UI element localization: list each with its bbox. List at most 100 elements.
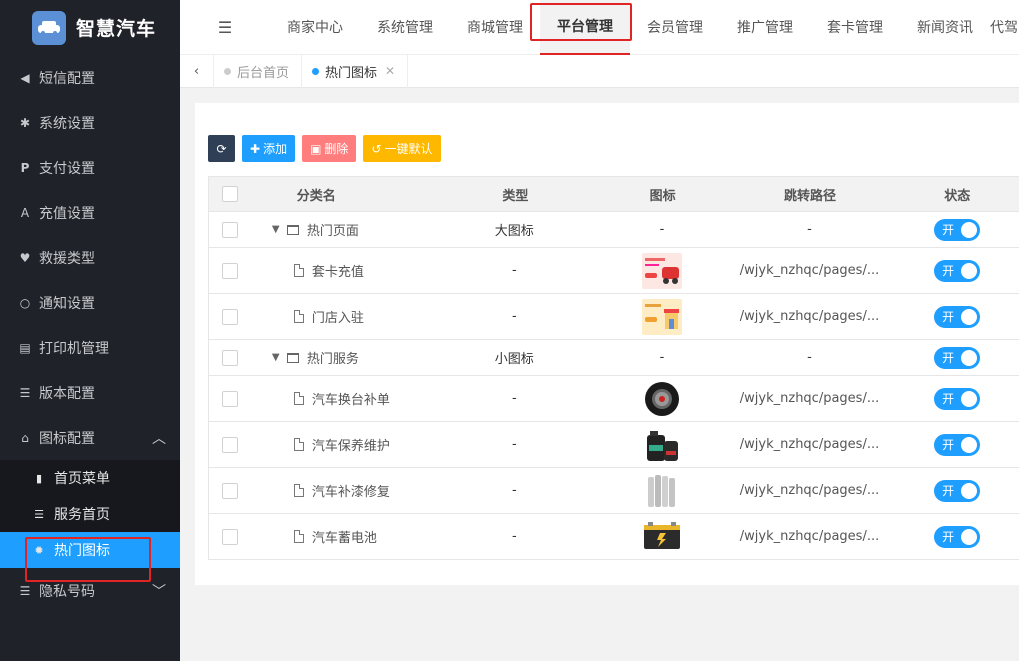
row-type: - [511,529,517,544]
nav-promotion[interactable]: 推广管理 [720,0,810,55]
table-row[interactable]: 汽车蓄电池 - /wjyk_nzhqc/pages/... 开 [209,514,1019,560]
nav-platform[interactable]: 平台管理 [540,0,630,55]
add-button[interactable]: ✚ 添加 [242,135,296,162]
table-row[interactable]: 套卡充值 - /wjyk_nzhqc/pages/... 开 [209,248,1019,294]
sidebar-item-label: 支付设置 [39,160,95,177]
submenu-item-label: 热门图标 [54,543,110,559]
row-name: 热门服务 [306,352,359,367]
nav-driving[interactable]: 代驾 [990,0,1019,55]
megaphone-icon: ◀ [20,70,30,85]
logo[interactable]: 智慧汽车 [0,0,180,55]
status-switch[interactable]: 开 [934,387,981,410]
file-icon [293,484,304,497]
sidebar-item-icon-config[interactable]: ⌂ 图标配置 ︿ [0,415,180,460]
switch-label: 开 [942,484,955,498]
status-switch[interactable]: 开 [934,259,981,282]
file-icon [293,392,304,405]
row-type: - [511,391,517,406]
sidebar-item-recharge[interactable]: A 充值设置 [0,190,180,235]
header-type: 类型 [502,188,529,204]
row-checkbox[interactable] [222,349,239,366]
nav-merchant[interactable]: 商家中心 [270,0,360,55]
sun-icon: ✹ [34,543,44,557]
tab-dot [312,67,320,75]
caret-down-icon[interactable]: ▼ [272,352,284,363]
submenu-item-hot-icons[interactable]: ✹ 热门图标 [0,532,180,568]
table-row[interactable]: 汽车补漆修复 - /wjyk_nzhqc/pages/... 开 [209,468,1019,514]
select-all-checkbox[interactable] [222,186,239,202]
row-checkbox[interactable] [222,528,239,545]
chevron-up-icon: ︿ [152,430,166,447]
nav-news[interactable]: 新闻资讯 [900,0,990,55]
row-name: 热门页面 [306,224,359,239]
caret-down-icon[interactable]: ▼ [272,224,284,235]
refresh-icon: ⟳ [216,141,227,156]
delete-label: 删除 [324,142,349,156]
file-icon [293,530,304,543]
switch-knob [961,221,978,238]
status-switch[interactable]: 开 [934,525,981,548]
folder-icon [286,224,299,235]
row-checkbox[interactable] [222,221,239,238]
sidebar-item-system[interactable]: ✱ 系统设置 [0,100,180,145]
sidebar-item-label: 救援类型 [39,250,95,267]
row-type: - [511,437,517,452]
menu-toggle-icon[interactable]: ☰ [180,0,270,55]
row-checkbox[interactable] [222,390,239,407]
table-row[interactable]: ▼ 热门服务 小图标 - - 开 [209,340,1019,376]
row-checkbox[interactable] [222,262,239,279]
switch-knob [961,390,978,407]
list-icon: ☰ [19,385,31,400]
table-row[interactable]: ▼ 热门页面 大图标 - - 开 [209,212,1019,248]
sidebar-item-label: 图标配置 [39,430,95,447]
status-switch[interactable]: 开 [934,346,981,369]
table-row[interactable]: 门店入驻 - /wjyk_nzhqc/pages/... 开 [209,294,1019,340]
status-switch[interactable]: 开 [934,433,981,456]
row-name: 门店入驻 [311,311,364,326]
row-type: 大图标 [494,224,534,239]
toolbar: ⟳ ✚ 添加 ▣ 删除 ↺ 一键默认 [208,135,441,162]
sidebar-item-privacy[interactable]: ☰ 隐私号码 ﹀ [0,568,180,613]
file-icon [293,438,304,451]
nav-system[interactable]: 系统管理 [360,0,450,55]
list-icon: ☰ [34,507,44,521]
row-name: 汽车换台补单 [311,393,390,408]
table-header: 分类名 类型 图标 跳转路径 状态 [209,177,1019,212]
status-switch[interactable]: 开 [934,305,981,328]
refresh-button[interactable]: ⟳ [208,135,235,162]
chevron-left-icon[interactable]: ‹ [180,54,214,88]
sidebar-item-printer[interactable]: ▤ 打印机管理 [0,325,180,370]
row-checkbox[interactable] [222,482,239,499]
sidebar-item-notify[interactable]: ○ 通知设置 [0,280,180,325]
sidebar-item-label: 充值设置 [39,205,95,222]
table-row[interactable]: 汽车换台补单 - /wjyk_nzhqc/pages/... 开 [209,376,1019,422]
submenu-item-service-home[interactable]: ☰ 服务首页 [0,496,180,532]
sidebar-item-payment[interactable]: P 支付设置 [0,145,180,190]
tab-hot-icons[interactable]: 热门图标 ✕ [302,54,409,88]
sidebar-item-sms[interactable]: ◀ 短信配置 [0,55,180,100]
set-default-button[interactable]: ↺ 一键默认 [363,135,441,162]
row-checkbox[interactable] [222,436,239,453]
status-switch[interactable]: 开 [934,479,981,502]
sidebar-item-label: 版本配置 [39,385,95,402]
row-path: /wjyk_nzhqc/pages/... [739,309,880,324]
row-type: - [511,483,517,498]
store-thumb-icon [641,298,682,335]
switch-knob [961,349,978,366]
row-checkbox[interactable] [222,308,239,325]
list-icon: ☰ [19,583,31,598]
nav-member[interactable]: 会员管理 [630,0,720,55]
trash-icon: ▣ [310,141,322,156]
tab-home[interactable]: 后台首页 [214,54,303,88]
sidebar-item-version[interactable]: ☰ 版本配置 [0,370,180,415]
nav-card[interactable]: 套卡管理 [810,0,900,55]
status-switch[interactable]: 开 [934,218,981,241]
nav-mall[interactable]: 商城管理 [450,0,540,55]
sidebar-item-rescue[interactable]: ♥ 救援类型 [0,235,180,280]
submenu-item-home-menu[interactable]: ▮ 首页菜单 [0,460,180,496]
close-icon[interactable]: ✕ [385,64,395,78]
table-row[interactable]: 汽车保养维护 - /wjyk_nzhqc/pages/... 开 [209,422,1019,468]
delete-button[interactable]: ▣ 删除 [302,135,357,162]
row-type: - [511,309,517,324]
paint-thumb-icon [642,473,682,509]
